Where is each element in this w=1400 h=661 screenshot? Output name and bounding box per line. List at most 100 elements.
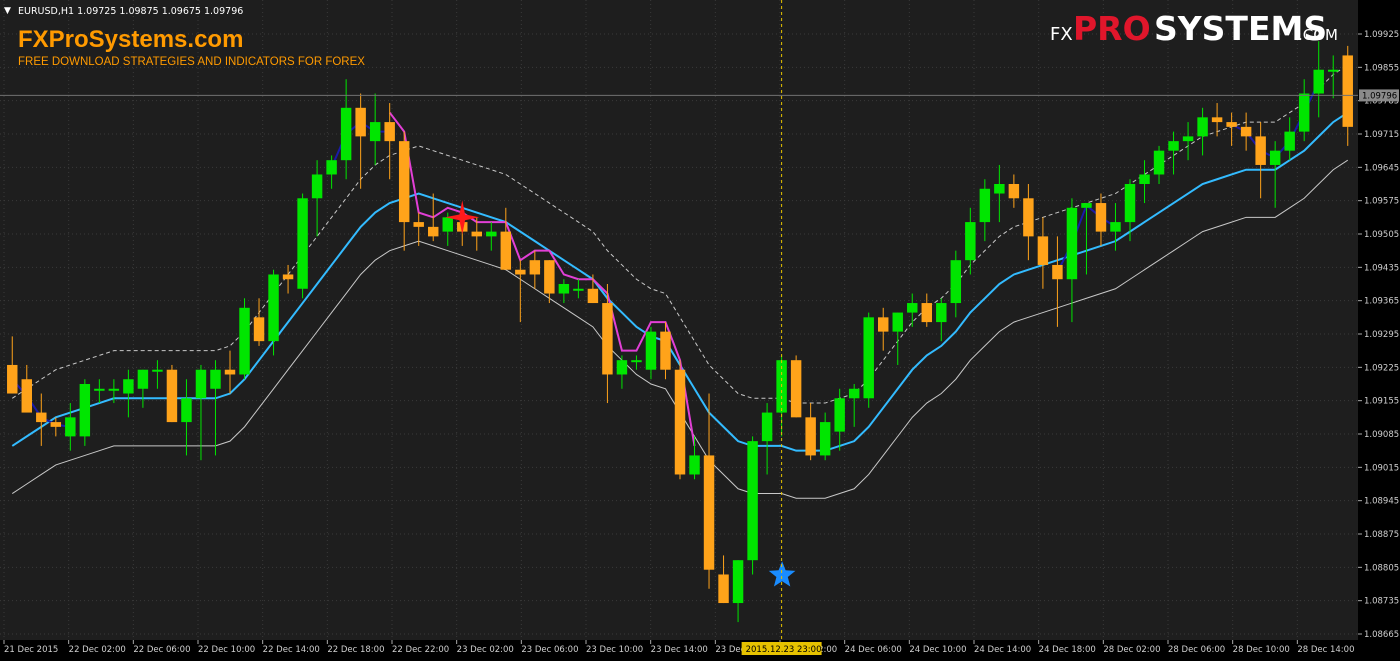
bull-candle-body — [907, 303, 918, 313]
bull-candle-body — [747, 441, 758, 561]
bull-candle-body — [181, 398, 192, 423]
price-axis-label: 1.09435 — [1364, 263, 1399, 273]
time-axis-label: 23 Dec 10:00 — [586, 645, 643, 655]
price-axis-label: 1.08665 — [1364, 630, 1399, 640]
price-axis-label: 1.08945 — [1364, 497, 1399, 507]
bear-candle-body — [790, 360, 802, 418]
bear-candle-body — [1037, 236, 1049, 265]
bear-candle-body — [1052, 264, 1063, 280]
bear-candle-body — [718, 574, 729, 604]
price-axis-label: 1.09925 — [1364, 30, 1399, 40]
bull-candle-body — [297, 198, 308, 289]
price-axis-label: 1.09645 — [1364, 163, 1399, 173]
chart-window[interactable]: 1.09925 1.09855 1.09785 1.09715 1.09645 1.095… — [0, 0, 1400, 657]
bear-candle-body — [224, 369, 236, 375]
bull-candle-body — [950, 260, 962, 304]
bull-candle-body — [558, 284, 570, 294]
logo-com: .COM — [1298, 26, 1338, 44]
bear-candle-body — [602, 303, 613, 375]
time-axis-label: 22 Dec 18:00 — [327, 645, 384, 655]
bear-candle-body — [428, 226, 439, 237]
site-name-watermark: FXProSystems.com — [18, 26, 243, 53]
bull-candle-body — [1153, 150, 1165, 175]
bear-candle-body — [703, 455, 715, 570]
time-axis-label: 23 Dec 14:00 — [651, 645, 708, 655]
bear-candle-body — [355, 107, 366, 137]
chart-menu-icon[interactable]: ▼ — [4, 6, 11, 16]
bear-candle-body — [674, 369, 686, 475]
time-axis-label: 22 Dec 14:00 — [263, 645, 320, 655]
plot-background — [0, 0, 1358, 640]
bull-candle-body — [732, 560, 744, 604]
bull-candle-body — [965, 222, 976, 261]
time-axis-label: 22 Dec 10:00 — [198, 645, 255, 655]
time-axis-label: 23 Dec 06:00 — [521, 645, 578, 655]
bull-candle-body — [1298, 93, 1310, 132]
time-axis-label: 21 Dec 2015 — [4, 645, 58, 655]
bull-candle-body — [79, 384, 91, 437]
bear-candle-body — [50, 422, 62, 427]
price-axis-label: 1.09015 — [1364, 463, 1399, 473]
bull-candle-body — [1182, 136, 1194, 142]
bull-candle-body — [65, 417, 76, 437]
bull-candle-body — [1168, 141, 1179, 151]
price-axis-label: 1.08875 — [1364, 530, 1399, 540]
bear-candle-body — [36, 412, 47, 423]
bull-candle-body — [239, 307, 250, 375]
candle — [79, 379, 91, 446]
bull-candle-body — [340, 107, 352, 161]
bull-candle-body — [573, 288, 584, 291]
candle — [239, 298, 250, 380]
bear-candle-body — [7, 364, 18, 394]
bull-candle-body — [1313, 69, 1324, 94]
bull-candle-body — [979, 188, 991, 223]
bull-candle-body — [108, 388, 120, 391]
candle — [747, 436, 758, 575]
bear-candle-body — [21, 379, 32, 413]
price-axis-label: 1.09225 — [1364, 363, 1399, 373]
bull-candle-body — [631, 360, 642, 363]
price-chart[interactable]: 1.099251.098551.097851.097151.096451.095… — [0, 0, 1400, 657]
candle — [166, 364, 178, 423]
bear-candle-body — [1240, 126, 1252, 137]
tagline: FREE DOWNLOAD STRATEGIES AND INDICATORS … — [18, 56, 365, 68]
time-axis-label: 23 Dec 02:00 — [457, 645, 514, 655]
candle — [674, 360, 686, 480]
time-axis-label: 28 Dec 14:00 — [1297, 645, 1354, 655]
time-axis-label: 24 Dec 18:00 — [1039, 645, 1096, 655]
price-axis-label: 1.09505 — [1364, 230, 1399, 240]
price-axis-label: 1.09085 — [1364, 430, 1399, 440]
price-axis-label: 1.09295 — [1364, 330, 1399, 340]
bull-candle-body — [1139, 174, 1150, 184]
bull-candle-body — [689, 455, 700, 475]
bear-candle-body — [1342, 55, 1353, 127]
bull-candle-body — [123, 379, 134, 394]
price-axis-label: 1.09365 — [1364, 297, 1399, 307]
crosshair-time-label: 2015.12.23 23:00 — [746, 645, 822, 655]
bull-candle-body — [369, 122, 381, 142]
bull-candle-body — [994, 184, 1005, 194]
bear-candle-body — [544, 260, 555, 294]
symbol-info: EURUSD,H1 1.09725 1.09875 1.09675 1.0979… — [18, 6, 243, 17]
bull-candle-body — [311, 174, 323, 199]
bull-candle-body — [848, 388, 860, 399]
bear-candle-body — [500, 231, 512, 270]
bear-candle-body — [282, 274, 294, 280]
bull-candle-body — [863, 317, 874, 399]
bull-candle-body — [195, 369, 207, 399]
bear-candle-body — [1255, 136, 1266, 165]
price-axis-label: 1.09715 — [1364, 130, 1399, 140]
bear-candle-body — [253, 317, 265, 342]
price-axis-label: 1.08735 — [1364, 597, 1399, 607]
bear-candle-body — [1095, 203, 1107, 232]
time-axis-label: 24 Dec 14:00 — [974, 645, 1031, 655]
bull-candle-body — [137, 369, 149, 389]
bull-candle-body — [442, 217, 453, 232]
time-axis-label: 24 Dec 10:00 — [909, 645, 966, 655]
time-axis-label: 22 Dec 02:00 — [69, 645, 126, 655]
bear-candle-body — [529, 260, 541, 275]
bear-candle-body — [515, 269, 526, 275]
bear-candle-body — [587, 288, 599, 304]
bear-candle-body — [921, 303, 932, 323]
bull-candle-body — [936, 303, 947, 323]
